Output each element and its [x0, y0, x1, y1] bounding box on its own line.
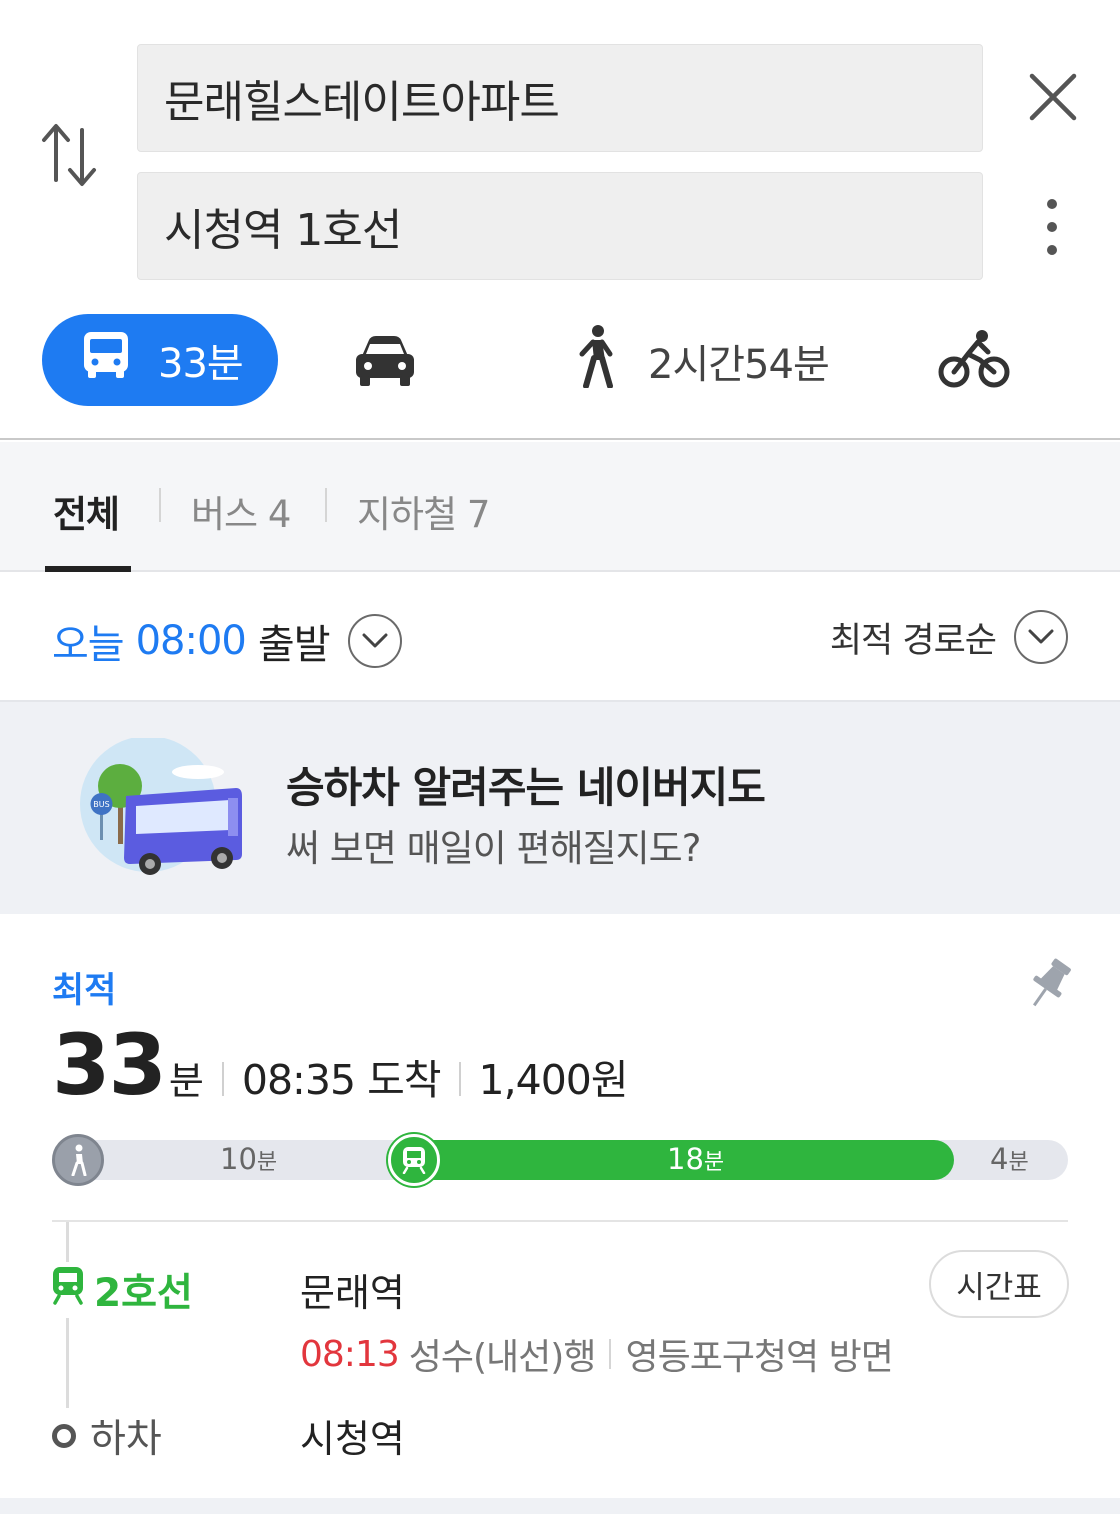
alight-label: 하차 [90, 1417, 162, 1462]
car-icon[interactable] [352, 332, 418, 390]
banner-title: 승하차 알려주는 네이버지도 [286, 763, 766, 812]
sort-label: 최적 경로순 [829, 620, 997, 661]
route-timeline-line [66, 1222, 69, 1416]
search-header: 문래힐스테이트아파트 시청역 1호선 33분 2시간54분 [0, 0, 1120, 440]
walk-time: 2시간54분 [648, 342, 830, 388]
tab-bus[interactable]: 버스 4 [191, 484, 291, 538]
promo-banner[interactable]: BUS 승하차 알려주는 네이버지도 써 보면 매일이 편해질지도? [0, 700, 1120, 914]
route-segment-bar: 10분 18분 4분 [52, 1140, 1068, 1180]
info-divider [609, 1339, 612, 1369]
tab-all[interactable]: 전체 [53, 484, 120, 538]
segment-subway: 18분 [667, 1142, 725, 1176]
mode-walk-button[interactable]: 2시간54분 [572, 324, 830, 398]
sort-selector[interactable]: 최적 경로순 [830, 610, 1068, 664]
banner-subtitle: 써 보면 매일이 편해질지도? [286, 827, 701, 870]
train-info-row: 08:13 성수(내선)행 영등포구청역 방면 [300, 1328, 894, 1380]
travel-mode-bar: 33분 2시간54분 [0, 314, 1120, 406]
fare: 1,400원 [478, 1056, 629, 1104]
route-filter-tabs: 전체 버스 4 지하철 7 [0, 442, 1120, 572]
departure-time: 08:00 [135, 618, 247, 664]
minutes-unit: 분 [168, 1059, 204, 1103]
boarding-station: 문래역 [300, 1271, 405, 1315]
card-divider [52, 1220, 1068, 1222]
segment-walk-2: 4분 [990, 1142, 1029, 1176]
route-tag: 최적 [52, 971, 117, 1011]
arrival-time: 08:35 도착 [241, 1056, 442, 1104]
tab-divider [325, 488, 327, 522]
line-name: 2호선 [94, 1271, 193, 1316]
transit-time: 33분 [158, 341, 244, 387]
total-minutes: 33 [52, 1016, 167, 1114]
bus-illustration: BUS [78, 736, 248, 880]
train-towards: 영등포구청역 방면 [625, 1337, 893, 1378]
route-summary[interactable]: 33 분 08:35 도착 1,400원 [52, 1016, 629, 1114]
train-icon [388, 1134, 440, 1186]
timetable-label: 시간표 [956, 1269, 1042, 1306]
tab-divider [159, 488, 161, 522]
subway-line-badge: 2호선 [50, 1262, 193, 1318]
tab-active-indicator [45, 566, 131, 572]
train-icon [50, 1265, 86, 1315]
bottom-divider [0, 1498, 1120, 1514]
bus-icon [82, 330, 130, 390]
departure-suffix: 출발 [257, 622, 331, 668]
departure-day: 오늘 [52, 622, 125, 668]
alight-marker: 하차 [52, 1408, 162, 1464]
walk-icon [572, 324, 618, 398]
summary-divider [458, 1062, 461, 1096]
origin-input[interactable]: 문래힐스테이트아파트 [137, 44, 983, 152]
origin-text: 문래힐스테이트아파트 [164, 77, 560, 128]
departure-time-selector[interactable]: 오늘 08:00 출발 [52, 612, 402, 670]
destination-input[interactable]: 시청역 1호선 [137, 172, 983, 280]
segment-walk-1: 10분 [220, 1142, 278, 1176]
more-vertical-icon[interactable] [1034, 196, 1070, 258]
pin-icon[interactable] [1030, 958, 1074, 1012]
close-icon[interactable] [1024, 68, 1082, 126]
bus-stop-badge: BUS [93, 800, 109, 809]
destination-text: 시청역 1호선 [164, 205, 402, 256]
tab-subway[interactable]: 지하철 7 [357, 484, 490, 538]
chevron-down-icon [1014, 610, 1068, 664]
walk-icon [52, 1134, 104, 1186]
alighting-station: 시청역 [300, 1417, 405, 1461]
train-direction: 성수(내선)행 [408, 1337, 597, 1378]
swap-icon[interactable] [36, 118, 102, 192]
chevron-down-icon [347, 614, 402, 668]
bike-icon[interactable] [938, 328, 1010, 390]
mode-transit-button[interactable]: 33분 [42, 314, 278, 406]
timetable-button[interactable]: 시간표 [929, 1250, 1069, 1318]
train-departure-time: 08:13 [300, 1333, 400, 1375]
alight-dot [52, 1424, 76, 1448]
summary-divider [221, 1062, 224, 1096]
